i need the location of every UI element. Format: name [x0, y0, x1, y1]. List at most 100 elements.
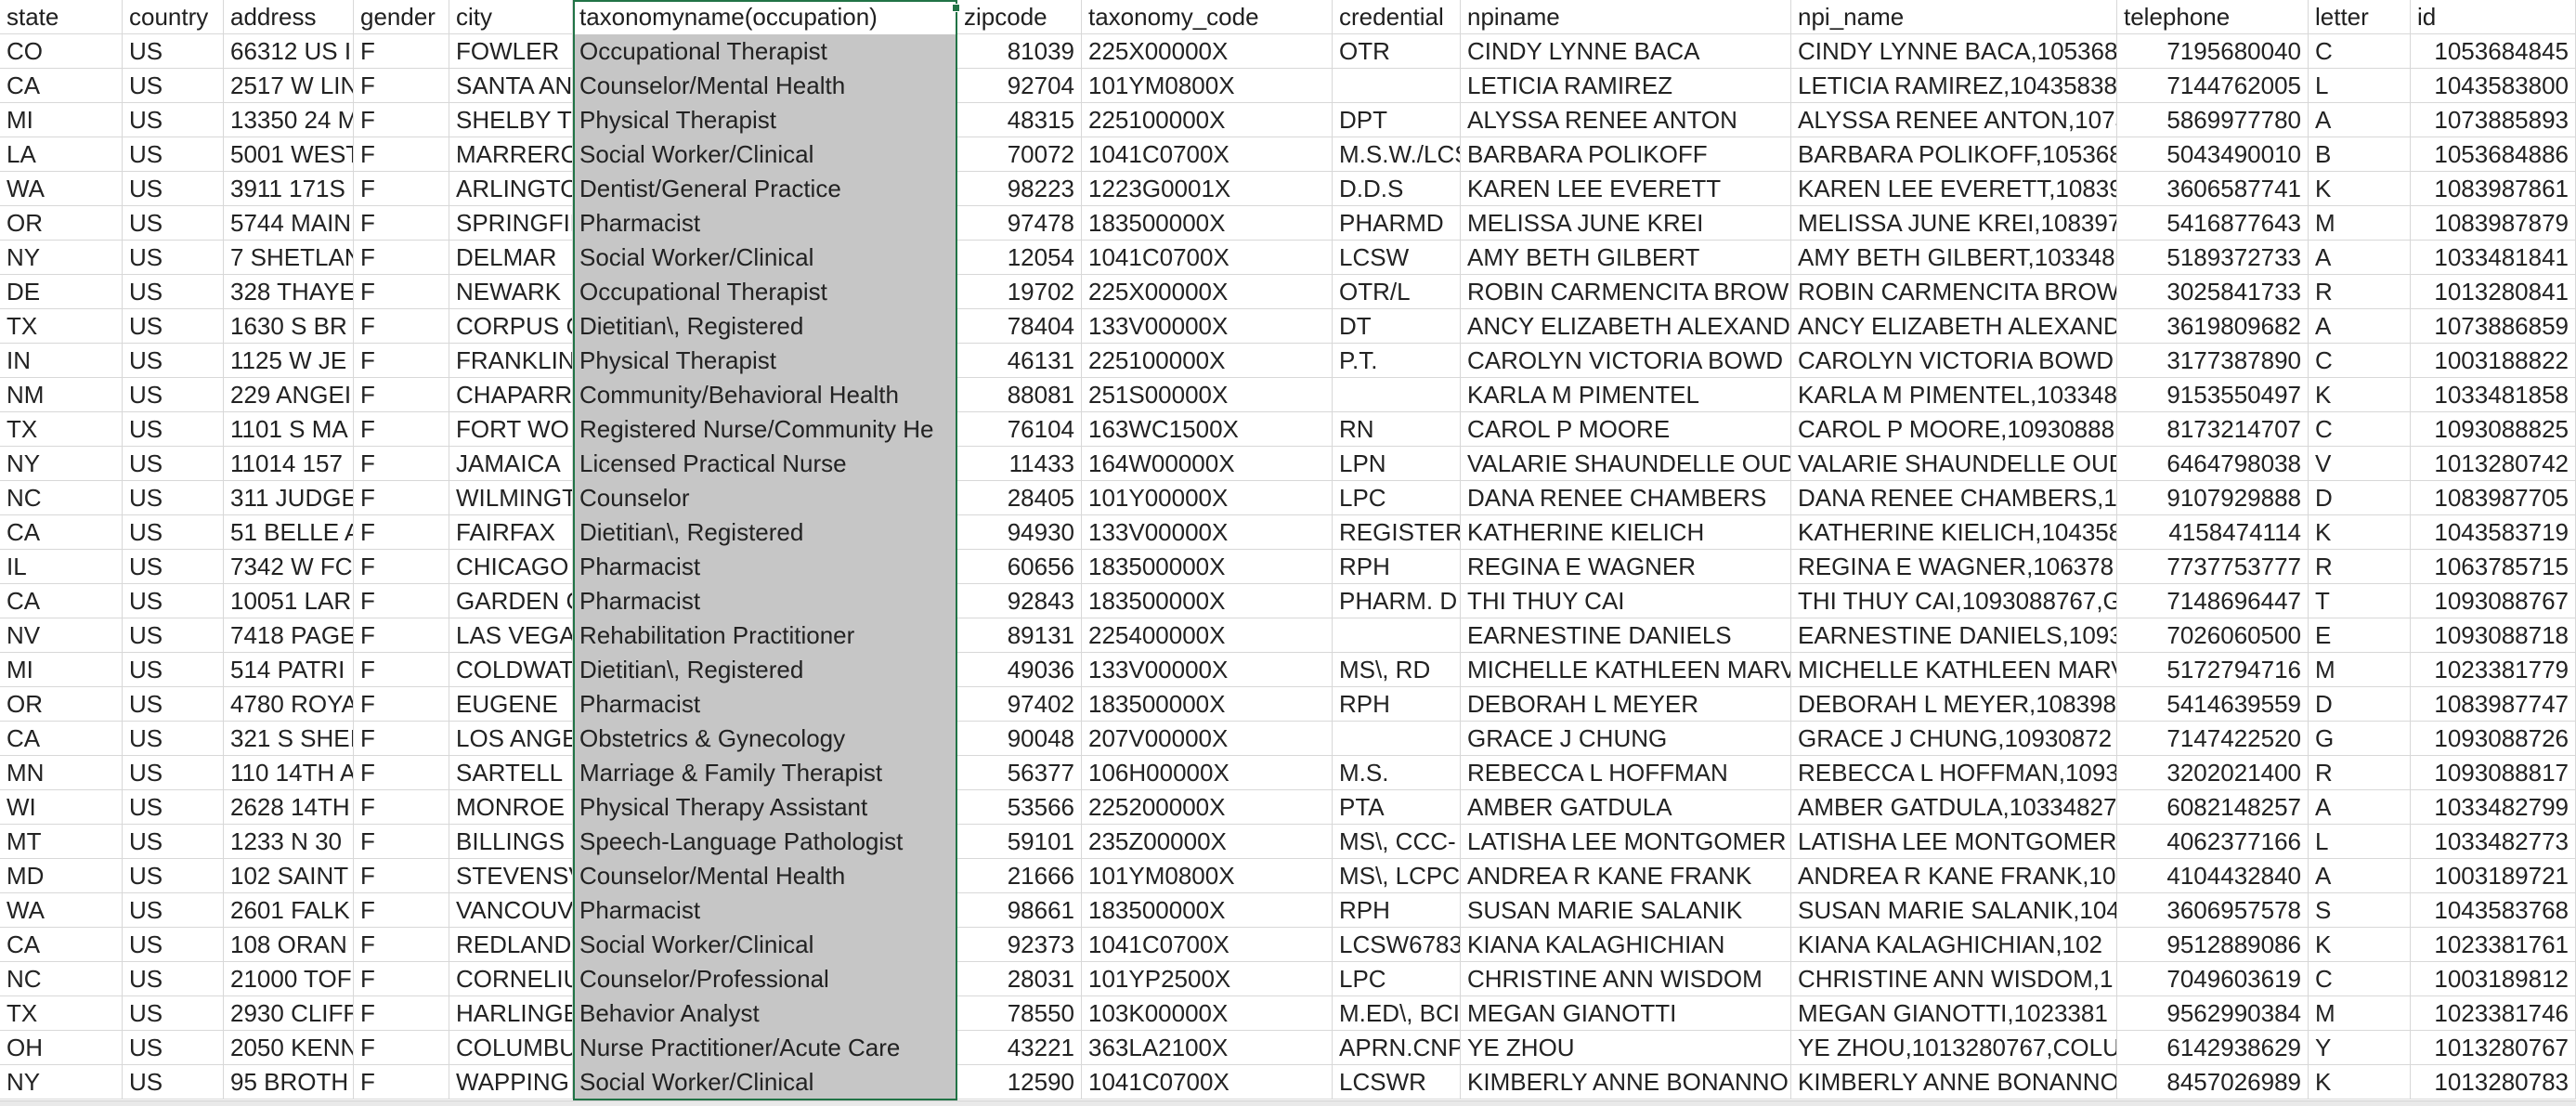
column-header-cell[interactable]: taxonomyname(occupation) — [573, 0, 957, 34]
table-cell[interactable]: US — [123, 206, 224, 241]
table-cell[interactable]: 1083987861 — [2411, 172, 2576, 206]
table-cell[interactable]: F — [354, 653, 449, 687]
table-cell[interactable]: FOWLER — [449, 34, 573, 69]
table-cell[interactable]: Y — [2309, 1031, 2411, 1065]
table-cell[interactable]: 225400000X — [1082, 618, 1333, 653]
table-cell[interactable]: DANA RENEE CHAMBERS — [1461, 481, 1791, 515]
table-cell[interactable]: 3606587741 — [2117, 172, 2309, 206]
table-cell[interactable]: 1223G0001X — [1082, 172, 1333, 206]
table-cell[interactable]: REBECCA L HOFFMAN,1093 — [1791, 756, 2117, 790]
table-cell[interactable]: 4158474114 — [2117, 515, 2309, 550]
column-header-cell[interactable]: npiname — [1461, 0, 1791, 34]
column-header-cell[interactable]: gender — [354, 0, 449, 34]
table-cell[interactable]: 1013280783 — [2411, 1065, 2576, 1099]
column-header-cell[interactable]: letter — [2309, 0, 2411, 34]
table-cell[interactable]: MS\, CCC- — [1333, 825, 1461, 859]
table-cell[interactable]: 7049603619 — [2117, 962, 2309, 996]
table-cell[interactable]: KARLA M PIMENTEL — [1461, 378, 1791, 412]
table-cell[interactable]: 9107929888 — [2117, 481, 2309, 515]
table-cell[interactable]: MELISSA JUNE KREI — [1461, 206, 1791, 241]
table-cell[interactable]: F — [354, 584, 449, 618]
table-cell[interactable]: PHARM. D — [1333, 584, 1461, 618]
table-cell[interactable]: 101YM0800X — [1082, 859, 1333, 893]
table-cell[interactable]: 59101 — [957, 825, 1082, 859]
table-cell[interactable]: MN — [0, 756, 123, 790]
table-cell[interactable]: 1033482773 — [2411, 825, 2576, 859]
table-cell[interactable]: US — [123, 1031, 224, 1065]
table-cell[interactable]: 1073885893 — [2411, 103, 2576, 137]
table-cell[interactable]: 1093088718 — [2411, 618, 2576, 653]
table-cell[interactable]: FRANKLIN — [449, 344, 573, 378]
table-cell[interactable]: 5416877643 — [2117, 206, 2309, 241]
table-cell[interactable]: L — [2309, 825, 2411, 859]
table-cell[interactable]: COLUMBU — [449, 1031, 573, 1065]
table-cell[interactable]: Pharmacist — [573, 584, 957, 618]
table-cell[interactable]: KATHERINE KIELICH — [1461, 515, 1791, 550]
table-cell[interactable]: US — [123, 34, 224, 69]
table-cell[interactable]: LPC — [1333, 481, 1461, 515]
table-cell[interactable]: 43221 — [957, 1031, 1082, 1065]
table-cell[interactable]: RPH — [1333, 687, 1461, 722]
table-cell[interactable]: US — [123, 790, 224, 825]
table-cell[interactable]: F — [354, 687, 449, 722]
table-cell[interactable]: 1630 S BR — [224, 309, 354, 344]
table-cell[interactable]: OTR — [1333, 34, 1461, 69]
table-cell[interactable]: US — [123, 481, 224, 515]
table-cell[interactable]: 251S00000X — [1082, 378, 1333, 412]
table-cell[interactable]: 11433 — [957, 447, 1082, 481]
table-cell[interactable]: US — [123, 584, 224, 618]
table-cell[interactable]: KIMBERLY ANNE BONANNO — [1791, 1065, 2117, 1099]
table-cell[interactable]: DEBORAH L MEYER,108398 — [1791, 687, 2117, 722]
table-cell[interactable]: CORNELIU — [449, 962, 573, 996]
table-cell[interactable]: Obstetrics & Gynecology — [573, 722, 957, 756]
table-cell[interactable]: Counselor/Professional — [573, 962, 957, 996]
table-cell[interactable]: 56377 — [957, 756, 1082, 790]
table-cell[interactable]: REGISTERE — [1333, 515, 1461, 550]
table-cell[interactable]: 76104 — [957, 412, 1082, 447]
column-header-cell[interactable]: city — [449, 0, 573, 34]
table-cell[interactable]: US — [123, 344, 224, 378]
table-cell[interactable]: 92704 — [957, 69, 1082, 103]
table-cell[interactable]: DT — [1333, 309, 1461, 344]
table-cell[interactable]: A — [2309, 103, 2411, 137]
table-cell[interactable]: 5172794716 — [2117, 653, 2309, 687]
table-cell[interactable]: OR — [0, 206, 123, 241]
table-cell[interactable]: MEGAN GIANOTTI — [1461, 996, 1791, 1031]
table-cell[interactable]: MS\, LCPC — [1333, 859, 1461, 893]
table-cell[interactable]: KIANA KALAGHICHIAN,102 — [1791, 928, 2117, 962]
table-cell[interactable]: Pharmacist — [573, 687, 957, 722]
table-cell[interactable]: B — [2309, 137, 2411, 172]
table-cell[interactable]: NV — [0, 618, 123, 653]
table-cell[interactable]: Marriage & Family Therapist — [573, 756, 957, 790]
table-cell[interactable]: 101YP2500X — [1082, 962, 1333, 996]
table-cell[interactable]: KIANA KALAGHICHIAN — [1461, 928, 1791, 962]
table-cell[interactable]: 90048 — [957, 722, 1082, 756]
table-cell[interactable]: NY — [0, 241, 123, 275]
table-cell[interactable]: 1013280742 — [2411, 447, 2576, 481]
table-cell[interactable]: 1041C0700X — [1082, 137, 1333, 172]
table-cell[interactable]: 60656 — [957, 550, 1082, 584]
table-cell[interactable]: K — [2309, 172, 2411, 206]
table-cell[interactable]: 92373 — [957, 928, 1082, 962]
table-cell[interactable]: 1003189721 — [2411, 859, 2576, 893]
table-cell[interactable]: F — [354, 928, 449, 962]
table-cell[interactable]: 225X00000X — [1082, 34, 1333, 69]
table-cell[interactable]: F — [354, 550, 449, 584]
table-cell[interactable]: F — [354, 69, 449, 103]
table-cell[interactable]: 98661 — [957, 893, 1082, 928]
table-cell[interactable]: 1023381746 — [2411, 996, 2576, 1031]
table-cell[interactable]: 103K00000X — [1082, 996, 1333, 1031]
table-cell[interactable]: KAREN LEE EVERETT,108398 — [1791, 172, 2117, 206]
table-cell[interactable]: 106H00000X — [1082, 756, 1333, 790]
table-cell[interactable]: 207V00000X — [1082, 722, 1333, 756]
table-cell[interactable]: LETICIA RAMIREZ,10435838 — [1791, 69, 2117, 103]
table-cell[interactable]: LOS ANGE — [449, 722, 573, 756]
table-cell[interactable]: 183500000X — [1082, 550, 1333, 584]
table-cell[interactable]: WA — [0, 893, 123, 928]
table-cell[interactable]: MI — [0, 653, 123, 687]
table-cell[interactable]: 48315 — [957, 103, 1082, 137]
table-cell[interactable]: 1013280841 — [2411, 275, 2576, 309]
table-cell[interactable]: D — [2309, 481, 2411, 515]
table-cell[interactable]: G — [2309, 722, 2411, 756]
table-cell[interactable]: CHRISTINE ANN WISDOM — [1461, 962, 1791, 996]
